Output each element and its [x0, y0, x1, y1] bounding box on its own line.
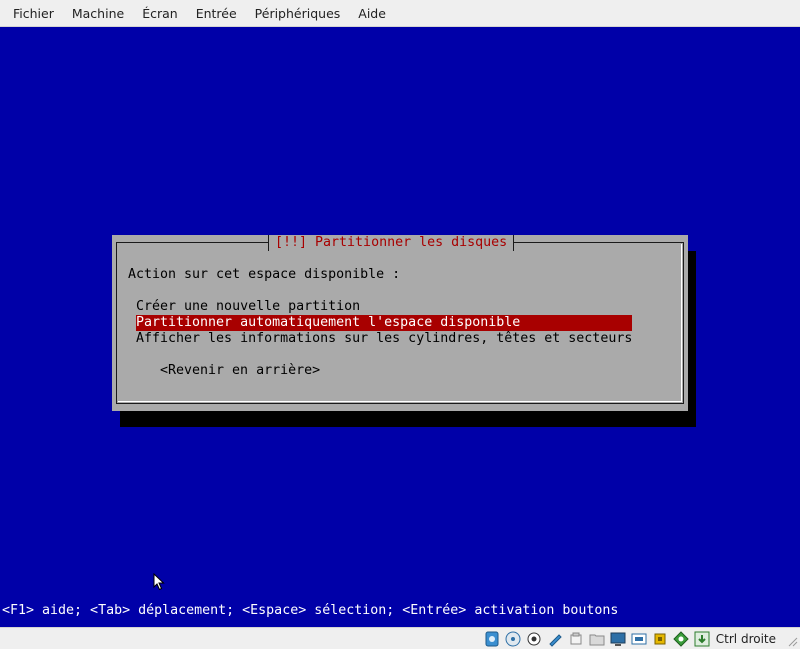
go-back-button[interactable]: <Revenir en arrière>	[160, 363, 320, 379]
action-menu: Créer une nouvelle partition Partitionne…	[136, 299, 632, 347]
menu-entree[interactable]: Entrée	[187, 0, 246, 27]
menu-fichier[interactable]: Fichier	[4, 0, 63, 27]
vm-statusbar: Ctrl droite	[0, 627, 800, 649]
keyboard-help-line: <F1> aide; <Tab> déplacement; <Espace> s…	[2, 603, 619, 618]
usb-icon[interactable]	[568, 631, 584, 647]
network-icon[interactable]	[547, 631, 563, 647]
option-create-partition[interactable]: Créer une nouvelle partition	[136, 299, 632, 315]
menu-peripheriques[interactable]: Périphériques	[246, 0, 350, 27]
menu-ecran[interactable]: Écran	[133, 0, 187, 27]
option-show-geometry[interactable]: Afficher les informations sur les cylind…	[136, 331, 632, 347]
menu-machine[interactable]: Machine	[63, 0, 133, 27]
display-icon[interactable]	[610, 631, 626, 647]
option-auto-partition[interactable]: Partitionner automatiquement l'espace di…	[136, 315, 632, 331]
dialog-prompt: Action sur cet espace disponible :	[128, 267, 401, 282]
dialog-title: [!!] Partitionner les disques	[268, 235, 515, 251]
shared-folders-icon[interactable]	[589, 631, 605, 647]
resize-grip-icon[interactable]	[786, 635, 798, 647]
audio-icon[interactable]	[526, 631, 542, 647]
hard-disk-icon[interactable]	[484, 631, 500, 647]
keyboard-capture-icon[interactable]	[694, 631, 710, 647]
cpu-icon[interactable]	[652, 631, 668, 647]
partition-dialog: [!!] Partitionner les disques Action sur…	[112, 235, 688, 411]
optical-drive-icon[interactable]	[505, 631, 521, 647]
host-key-label: Ctrl droite	[715, 631, 776, 646]
menu-aide[interactable]: Aide	[349, 0, 395, 27]
video-capture-icon[interactable]	[631, 631, 647, 647]
vm-menubar: Fichier Machine Écran Entrée Périphériqu…	[0, 0, 800, 27]
mouse-integration-icon[interactable]	[673, 630, 689, 647]
guest-screen[interactable]: [!!] Partitionner les disques Action sur…	[0, 27, 800, 627]
mouse-pointer-icon	[153, 573, 165, 591]
